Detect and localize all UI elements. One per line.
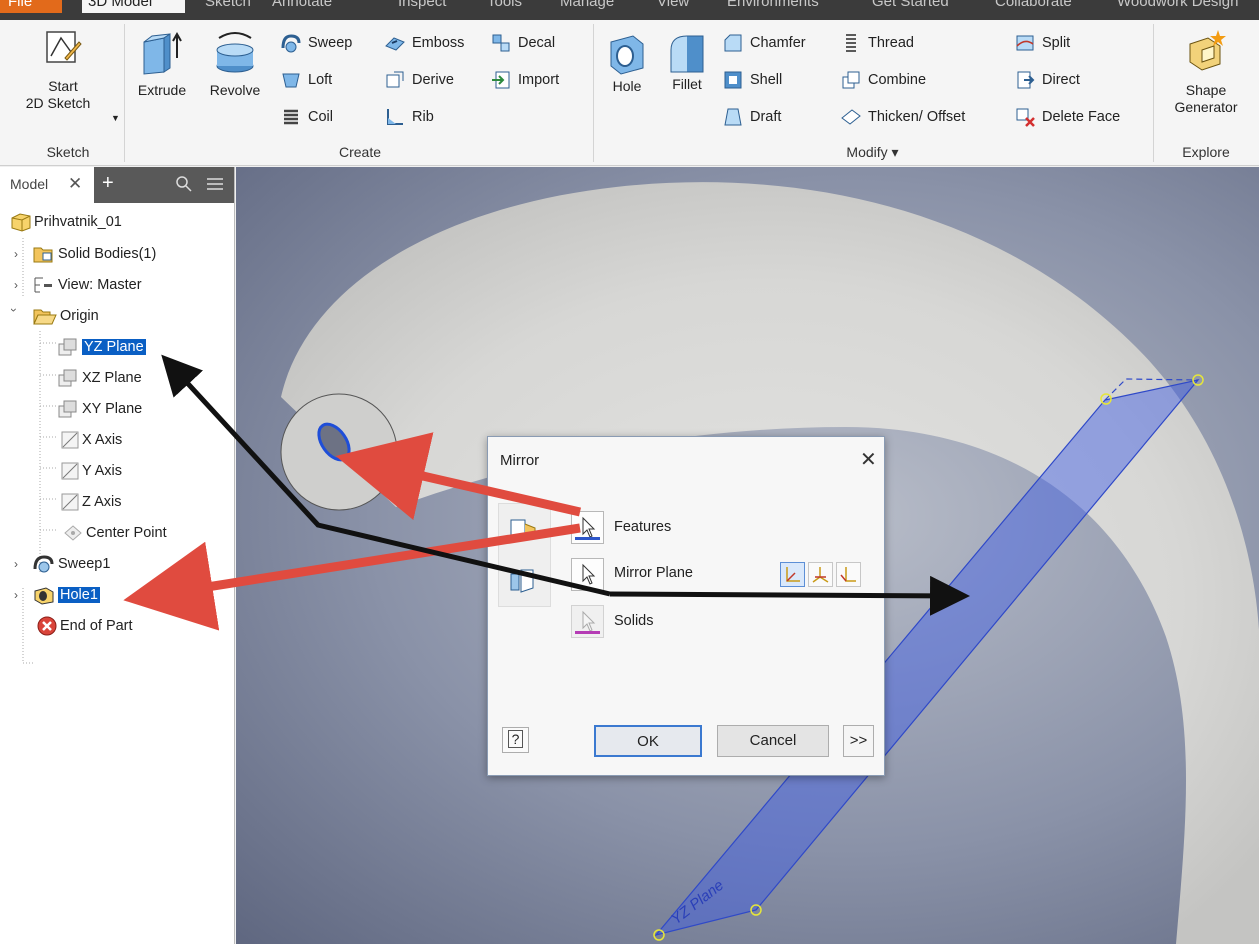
red-arrow-to-hole bbox=[335, 432, 582, 520]
black-arrow-to-plane bbox=[609, 575, 970, 616]
annotation-arrows bbox=[123, 354, 970, 631]
